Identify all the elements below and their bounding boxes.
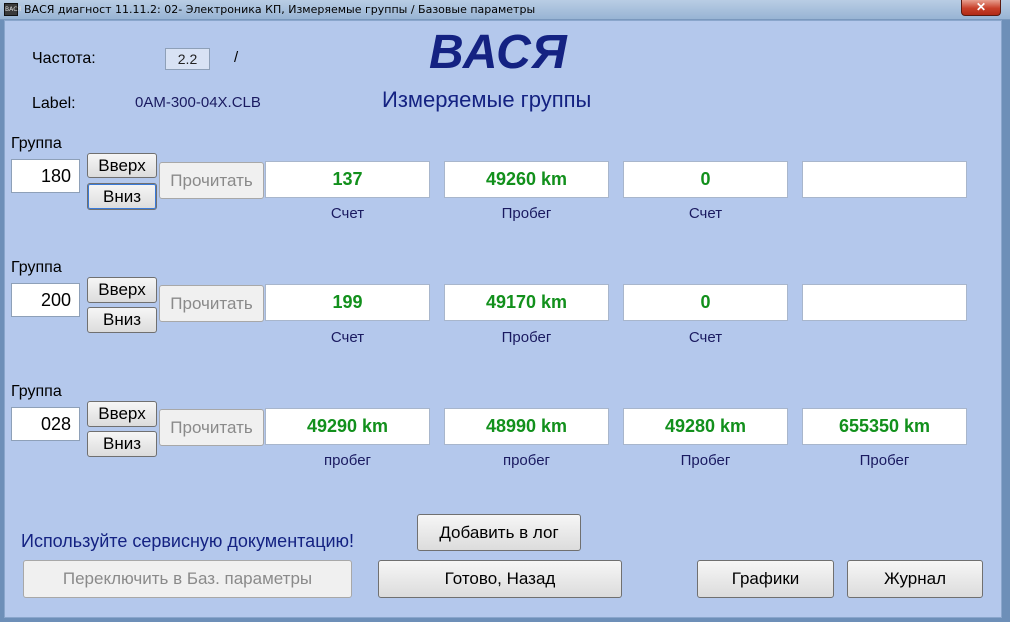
group-unit-label: Счет (688, 205, 723, 222)
read-button[interactable]: Прочитать (159, 409, 264, 446)
group-label: Группа (11, 135, 62, 152)
group-down-button[interactable]: Вниз (87, 307, 157, 333)
title-bar: ВАСЯ ВАСЯ диагност 11.11.2: 02- Электрон… (0, 0, 1010, 20)
group-value-field: 49280 km (623, 408, 788, 445)
group-value-field: 655350 km (802, 408, 967, 445)
group-value-field: 0 (623, 161, 788, 198)
group-unit-label: Пробег (680, 452, 731, 469)
group-up-button[interactable]: Вверх (87, 401, 157, 427)
group-value-field: 137 (265, 161, 430, 198)
read-button[interactable]: Прочитать (159, 162, 264, 199)
group-unit-label: Счет (330, 329, 365, 346)
close-icon: ✕ (975, 0, 987, 14)
group-unit-label: пробег (502, 452, 551, 469)
add-to-log-button[interactable]: Добавить в лог (417, 514, 581, 551)
group-unit-label: пробег (323, 452, 372, 469)
read-button[interactable]: Прочитать (159, 285, 264, 322)
group-value-field: 49170 km (444, 284, 609, 321)
group-number-input[interactable]: 200 (11, 283, 80, 317)
switch-basic-settings-button[interactable]: Переключить в Баз. параметры (23, 560, 352, 598)
brand-logo: ВАСЯ (429, 26, 568, 79)
label-file-value: 0AM-300-04X.CLB (135, 94, 261, 111)
close-window-button[interactable]: ✕ (961, 0, 1001, 16)
graphs-button[interactable]: Графики (697, 560, 834, 598)
done-back-button[interactable]: Готово, Назад (378, 560, 622, 598)
journal-button[interactable]: Журнал (847, 560, 983, 598)
frequency-separator: / (234, 49, 239, 66)
group-unit-label: Счет (688, 329, 723, 346)
group-down-button[interactable]: Вниз (87, 183, 157, 210)
group-up-button[interactable]: Вверх (87, 153, 157, 178)
group-unit-label: Пробег (501, 329, 552, 346)
group-value-field: 199 (265, 284, 430, 321)
main-panel: Частота: 2.2 / Label: 0AM-300-04X.CLB ВА… (4, 20, 1002, 618)
group-number-input[interactable]: 180 (11, 159, 80, 193)
group-unit-label: Пробег (859, 452, 910, 469)
group-value-field (802, 284, 967, 321)
group-number-input[interactable]: 028 (11, 407, 80, 441)
group-value-field: 0 (623, 284, 788, 321)
group-label: Группа (11, 259, 62, 276)
group-down-button[interactable]: Вниз (87, 431, 157, 457)
frequency-label: Частота: (32, 50, 96, 67)
group-label: Группа (11, 383, 62, 400)
group-unit-label: Счет (330, 205, 365, 222)
page-title: Измеряемые группы (382, 87, 592, 112)
frequency-value: 2.2 (165, 48, 210, 70)
service-docs-notice: Используйте сервисную документацию! (21, 531, 355, 551)
label-file-label: Label: (32, 95, 76, 112)
group-unit-label: Пробег (501, 205, 552, 222)
group-value-field: 49290 km (265, 408, 430, 445)
app-icon: ВАСЯ (4, 3, 22, 16)
group-up-button[interactable]: Вверх (87, 277, 157, 303)
group-value-field: 49260 km (444, 161, 609, 198)
group-value-field: 48990 km (444, 408, 609, 445)
group-value-field (802, 161, 967, 198)
window-title: ВАСЯ диагност 11.11.2: 02- Электроника К… (24, 3, 536, 16)
